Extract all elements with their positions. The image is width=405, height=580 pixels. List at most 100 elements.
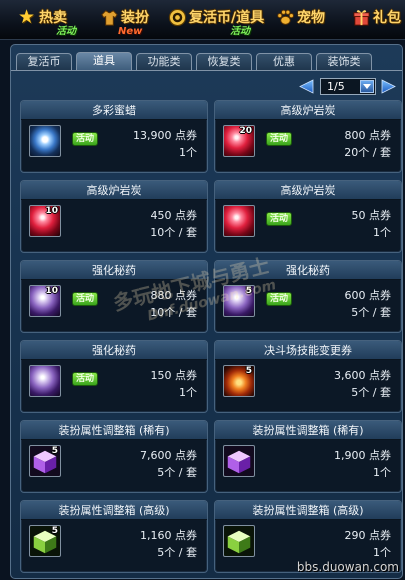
coin-icon [168,8,187,27]
item-card[interactable]: 装扮属性调整箱 (稀有) 5 7,600 点券 5个 / 套 [20,420,208,493]
tab-decoration[interactable]: 装饰类 [316,53,372,70]
price-value: 50 [351,209,366,222]
item-quantity: 5个 / 套 [157,546,197,559]
price-currency: 点券 [175,129,197,142]
item-card[interactable]: 决斗场技能变更券 5 3,600 点券 5个 / 套 [214,340,402,413]
price-currency: 点券 [369,529,391,542]
stack-count: 10 [45,206,58,216]
nav-pet[interactable]: 宠物 [276,0,338,39]
tab-revive-coin[interactable]: 复活币 [16,53,72,70]
stack-count: 5 [51,526,58,536]
item-name: 装扮属性调整箱 (高级) [215,501,401,520]
event-badge: 活动 [266,132,292,146]
nav-costume[interactable]: 装扮 New [100,0,166,39]
item-price: 800 点券 [345,127,392,143]
item-price: 3,600 点券 [334,367,391,383]
event-badge: 活动 [56,26,76,37]
event-badge: 活动 [266,212,292,226]
item-card[interactable]: 强化秘药 活动 150 点券 1个 [20,340,208,413]
nav-revive-coin-items[interactable]: 复活币/道具 活动 [168,0,270,39]
price-currency: 点券 [369,209,391,222]
price-value: 290 [344,529,366,542]
price-value: 7,600 [140,449,172,462]
footer-watermark: bbs.duowan.com [296,560,399,574]
item-price: 50 点券 [352,207,392,223]
prev-page-button[interactable] [298,79,315,94]
price-currency: 点券 [175,529,197,542]
item-name: 高级炉岩炭 [215,101,401,120]
item-name: 强化秘药 [21,341,207,360]
item-card[interactable]: 高级炉岩炭 10 450 点券 10个 / 套 [20,180,208,253]
item-quantity: 1个 [373,226,391,239]
item-card[interactable]: 装扮属性调整箱 (高级) 5 1,160 点券 5个 / 套 [20,500,208,573]
event-badge: 活动 [230,26,250,37]
stack-count: 10 [45,286,58,296]
item-quantity: 1个 [373,466,391,479]
price-currency: 点券 [369,129,391,142]
rare-box-icon[interactable] [223,445,255,477]
tab-items[interactable]: 道具 [76,52,132,70]
item-name: 装扮属性调整箱 (稀有) [215,421,401,440]
enhancement-potion-icon[interactable] [29,365,61,397]
nav-label: 复活币/道具 [189,10,265,26]
item-quantity: 5个 / 套 [351,386,391,399]
item-name: 装扮属性调整箱 (高级) [21,501,207,520]
colorful-wax-icon[interactable] [29,125,61,157]
item-price: 150 点券 [151,367,198,383]
nav-hot-sale[interactable]: ★ 热卖 活动 [18,0,90,39]
item-card[interactable]: 高级炉岩炭 20 活动 800 点券 20个 / 套 [214,100,402,173]
tab-divider [11,70,402,71]
nav-label: 礼包 [373,10,401,26]
next-page-button[interactable] [380,79,397,94]
item-name: 装扮属性调整箱 (稀有) [21,421,207,440]
item-price: 1,160 点券 [140,527,197,543]
price-value: 600 [344,289,366,302]
price-value: 1,900 [334,449,366,462]
price-currency: 点券 [369,449,391,462]
item-card[interactable]: 装扮属性调整箱 (稀有) 1,900 点券 1个 [214,420,402,493]
item-name: 多彩蜜蜡 [21,101,207,120]
furnace-coal-icon[interactable]: 20 [223,125,255,157]
nav-gift-pack[interactable]: 礼包 [352,0,405,39]
chevron-down-icon[interactable] [360,80,374,93]
stack-count: 5 [51,446,58,456]
item-name: 高级炉岩炭 [21,181,207,200]
stack-count: 5 [245,366,252,376]
item-quantity: 1个 [373,546,391,559]
price-currency: 点券 [369,369,391,382]
item-price: 13,900 点券 [133,127,197,143]
price-value: 150 [150,369,172,382]
item-name: 决斗场技能变更券 [215,341,401,360]
event-badge: 活动 [72,372,98,386]
price-value: 800 [344,129,366,142]
nav-label: 宠物 [297,10,325,26]
price-value: 450 [150,209,172,222]
event-badge: 活动 [72,292,98,306]
tab-functional[interactable]: 功能类 [136,53,192,70]
nav-label: 热卖 [39,10,67,26]
item-price: 1,900 点券 [334,447,391,463]
item-card[interactable]: 多彩蜜蜡 活动 13,900 点券 1个 [20,100,208,173]
tab-discount[interactable]: 优惠 [256,53,312,70]
price-currency: 点券 [175,209,197,222]
price-currency: 点券 [369,289,391,302]
item-name: 高级炉岩炭 [215,181,401,200]
furnace-coal-icon[interactable] [223,205,255,237]
price-value: 1,160 [140,529,172,542]
advanced-box-icon[interactable]: 5 [29,525,61,557]
price-currency: 点券 [175,449,197,462]
advanced-box-icon[interactable] [223,525,255,557]
gift-icon [353,10,370,26]
item-quantity: 20个 / 套 [344,146,391,159]
page-select[interactable]: 1/5 [320,78,376,95]
paw-icon [277,9,294,25]
item-price: 290 点券 [345,527,392,543]
enhancement-potion-icon[interactable]: 10 [29,285,61,317]
item-quantity: 1个 [179,386,197,399]
item-quantity: 10个 / 套 [150,226,197,239]
tab-recovery[interactable]: 恢复类 [196,53,252,70]
top-nav: ★ 热卖 活动 装扮 New 复活币/道具 活动 宠物 礼包 [0,0,405,40]
furnace-coal-icon[interactable]: 10 [29,205,61,237]
rare-box-icon[interactable]: 5 [29,445,61,477]
skill-ticket-icon[interactable]: 5 [223,365,255,397]
